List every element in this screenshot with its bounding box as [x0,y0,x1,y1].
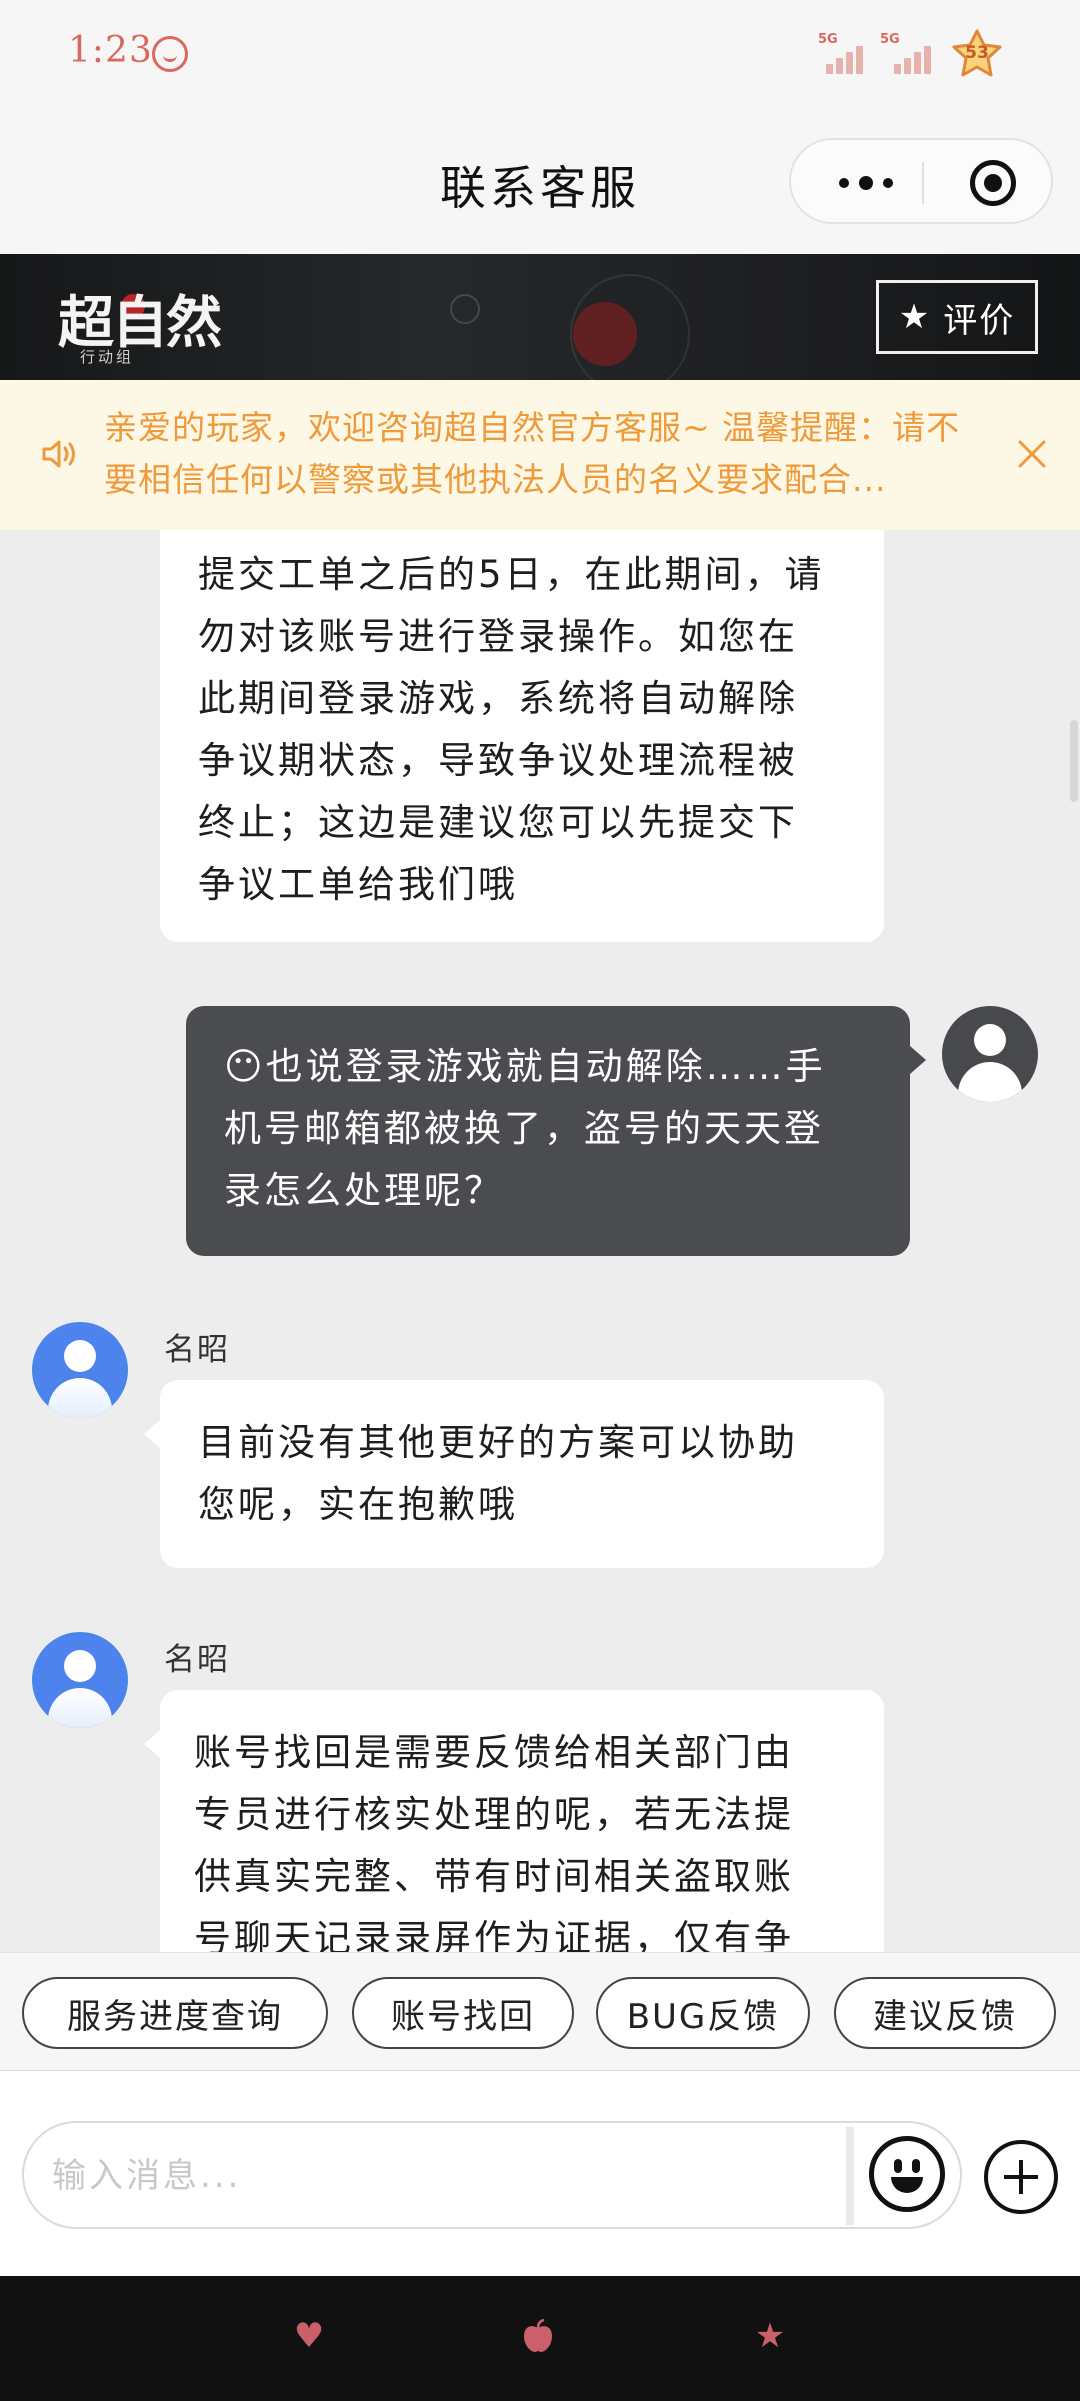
sender-name: 名昭 [164,1642,230,1678]
battery-level: 53 [965,43,989,63]
input-divider [846,2127,854,2225]
signal-tag: 5G [880,32,900,47]
star-icon[interactable]: ★ [750,2316,790,2356]
message-line: 此期间登录游戏，系统将自动解除 [198,677,798,720]
message-line: 专员进行核实处理的呢，若无法提 [194,1793,794,1836]
rate-button[interactable]: ★ 评价 [876,280,1038,354]
apple-icon[interactable] [518,2316,558,2356]
agent-message: 目前没有其他更好的方案可以协助 您呢，实在抱歉哦 [144,1380,884,1568]
message-line: 目前没有其他更好的方案可以协助 [198,1421,798,1464]
more-icon[interactable] [839,176,895,190]
user-message: 😶也说登录游戏就自动解除……手 机号邮箱都被换了，盗号的天天登 录怎么处理呢？ [186,1006,926,1256]
signal-icon: 5G [880,32,936,74]
title-bar: 联系客服 [0,110,1080,254]
quick-reply-chip[interactable]: 建议反馈 [834,1977,1056,2049]
notice-bar: 亲爱的玩家，欢迎咨询超自然官方客服~ 温馨提醒：请不要相信任何以警察或其他执法人… [0,380,1080,530]
message-line: 提交工单之后的5日，在此期间，请 [198,553,825,596]
banner-decoration [450,294,480,324]
quick-reply-chip[interactable]: 账号找回 [352,1977,574,2049]
signal-tag: 5G [818,32,838,47]
battery-icon: 53 [950,28,1004,80]
quick-reply-bar: 服务进度查询 账号找回 BUG反馈 建议反馈 [0,1952,1080,2070]
game-banner: 超自然 行动组 ★ 评价 [0,254,1080,380]
star-icon: ★ [898,297,932,337]
message-line: 终止；这边是建议您可以先提交下 [198,801,798,844]
chat-area[interactable]: 提交工单之后的5日，在此期间，请 勿对该账号进行登录操作。如您在 此期间登录游戏… [0,530,1080,1952]
notice-text: 亲爱的玩家，欢迎咨询超自然官方客服~ 温馨提醒：请不要相信任何以警察或其他执法人… [104,408,961,499]
agent-message: 提交工单之后的5日，在此期间，请 勿对该账号进行登录操作。如您在 此期间登录游戏… [160,530,884,942]
game-logo-subtitle: 行动组 [80,348,135,366]
message-line: 勿对该账号进行登录操作。如您在 [198,615,798,658]
close-icon[interactable] [1012,434,1052,474]
message-input[interactable] [52,2151,832,2201]
agent-avatar[interactable] [32,1322,128,1418]
scrollbar[interactable] [1070,720,1078,802]
user-avatar[interactable] [942,1006,1038,1102]
notification-face-icon [152,36,188,72]
quick-reply-chip[interactable]: BUG反馈 [596,1977,810,2049]
plus-icon[interactable] [984,2140,1058,2214]
bottom-nav: ♥ ★ [0,2276,1080,2401]
banner-decoration [573,302,637,366]
signal-icon: 5G [818,32,874,74]
emoji-icon[interactable] [869,2136,945,2212]
agent-avatar[interactable] [32,1632,128,1728]
message-line: 机号邮箱都被换了，盗号的天天登 [224,1107,824,1150]
message-line: 号聊天记录录屏作为证据，仅有争 [194,1917,794,1952]
message-line: 争议工单给我们哦 [198,863,518,906]
message-line: 录怎么处理呢？ [224,1169,504,1212]
status-time: 1:23 [68,30,153,71]
speaker-icon [42,440,75,468]
agent-message: 账号找回是需要反馈给相关部门由 专员进行核实处理的呢，若无法提 供真实完整、带有… [144,1690,884,1952]
message-line: 您呢，实在抱歉哦 [198,1483,518,1526]
message-input-box[interactable] [22,2121,962,2229]
rate-button-label: 评价 [943,300,1016,341]
quick-reply-chip[interactable]: 服务进度查询 [22,1977,328,2049]
message-line: 账号找回是需要反馈给相关部门由 [194,1731,794,1774]
status-bar: 1:23 5G 5G 53 [0,0,1080,110]
close-mini-program-icon[interactable] [970,160,1016,206]
heart-icon[interactable]: ♥ [289,2316,329,2356]
mini-program-capsule [789,138,1053,224]
message-line: 😶也说登录游戏就自动解除……手 [224,1045,826,1088]
capsule-divider [922,162,924,204]
message-line: 供真实完整、带有时间相关盗取账 [194,1855,794,1898]
sender-name: 名昭 [164,1332,230,1368]
message-line: 争议期状态，导致争议处理流程被 [198,739,798,782]
